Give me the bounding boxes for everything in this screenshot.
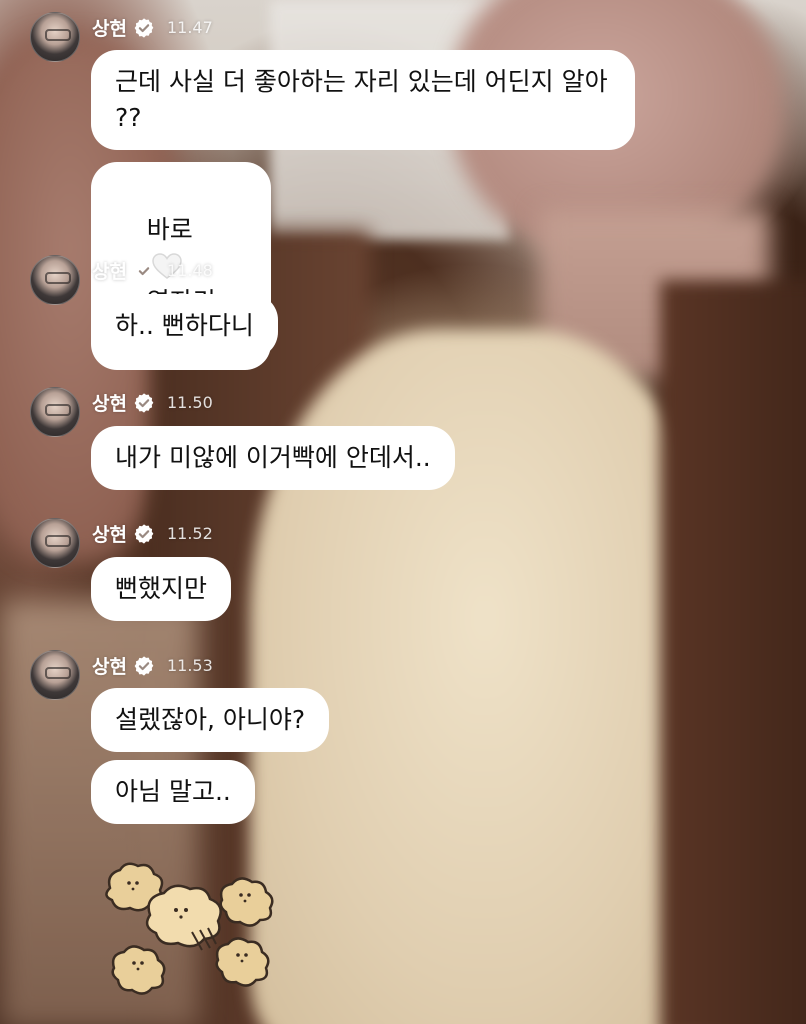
sender-name: 상현 [92,656,127,678]
message-bubble[interactable]: 아님 말고.. [91,760,255,824]
message-time: 11.47 [166,18,213,37]
verified-badge-icon [134,523,154,544]
verified-badge-icon [134,17,154,38]
avatar[interactable] [30,650,80,700]
message-time: 11.52 [166,524,213,543]
sender-name: 상현 [92,18,127,40]
bread-puppies-sticker[interactable] [100,860,290,1010]
avatar[interactable] [30,387,80,437]
avatar[interactable] [30,12,80,62]
message-bubble[interactable]: 내가 미않에 이거빡에 안데서.. [91,426,455,490]
message-text-before: 바로 [146,215,193,244]
message-time: 11.50 [166,393,213,412]
message-time: 11.53 [166,656,213,675]
chat-thread: 상현 11.47 근데 사실 더 좋아하는 자리 있는데 어딘지 알아 ?? 바… [0,0,806,1024]
sender-name: 상현 [92,261,127,283]
message-bubble[interactable]: 근데 사실 더 좋아하는 자리 있는데 어딘지 알아 ?? [91,50,635,150]
message-bubble[interactable]: 뻔했지만 [91,557,232,621]
verified-badge-icon [134,260,154,281]
message-bubble[interactable]: 설렜잖아, 아니야? [91,688,330,752]
sender-name: 상현 [92,524,127,546]
message-bubble[interactable]: 하.. 뻔하다니 [91,294,278,358]
message-time: 11.48 [166,261,213,280]
verified-badge-icon [134,655,154,676]
avatar[interactable] [30,255,80,305]
avatar[interactable] [30,518,80,568]
sender-name: 상현 [92,393,127,415]
verified-badge-icon [134,392,154,413]
